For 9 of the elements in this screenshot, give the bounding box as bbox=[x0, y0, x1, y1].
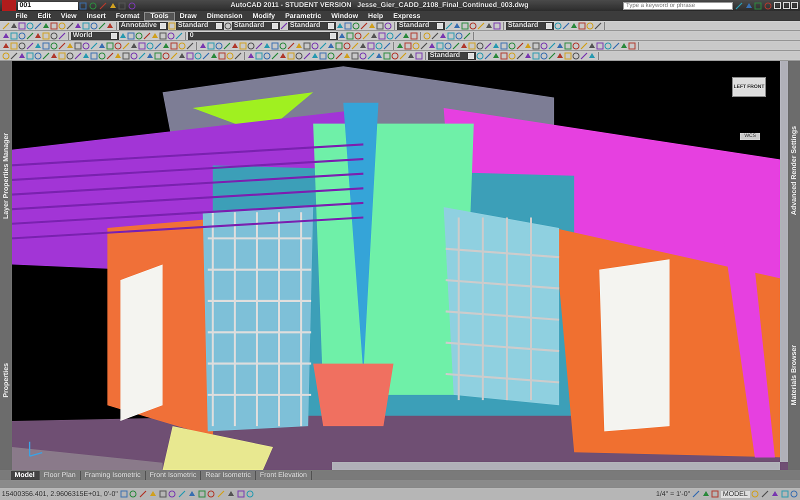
close-icon[interactable] bbox=[791, 2, 798, 9]
horizontal-scrollbar[interactable] bbox=[332, 462, 780, 470]
ucs-axis-icon bbox=[26, 440, 44, 458]
vertical-scrollbar[interactable] bbox=[780, 61, 788, 462]
minimize-icon[interactable] bbox=[774, 2, 781, 9]
tool-icon[interactable] bbox=[224, 22, 232, 30]
tool-icon[interactable] bbox=[280, 22, 288, 30]
maximize-icon[interactable] bbox=[782, 2, 790, 9]
app-logo-icon[interactable] bbox=[2, 0, 16, 11]
